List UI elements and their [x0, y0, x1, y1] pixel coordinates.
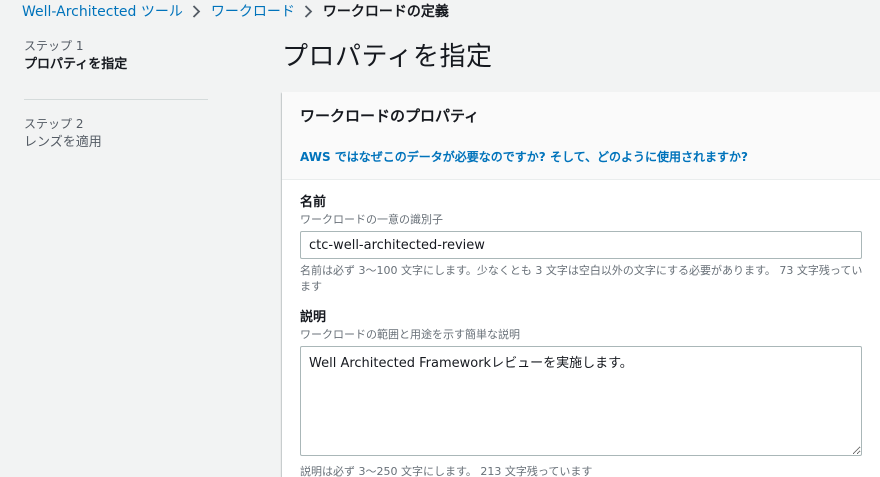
- panel-body: 名前 ワークロードの一意の識別子 名前は必ず 3〜100 文字にします。少なくと…: [282, 180, 880, 477]
- name-field-group: 名前 ワークロードの一意の識別子 名前は必ず 3〜100 文字にします。少なくと…: [300, 194, 862, 295]
- chevron-right-icon: [295, 3, 323, 19]
- description-field-group: 説明 ワークロードの範囲と用途を示す簡単な説明 Well Architected…: [300, 309, 862, 477]
- step-1: ステップ 1 プロパティを指定: [24, 38, 208, 89]
- description-textarea[interactable]: Well Architected Frameworkレビューを実施します。: [300, 346, 862, 456]
- panel-title: ワークロードのプロパティ: [300, 107, 480, 125]
- step-2-title: レンズを適用: [24, 135, 102, 150]
- breadcrumb-well-architected-tool[interactable]: Well-Architected ツール: [22, 1, 183, 21]
- step-2-number: ステップ 2: [24, 117, 84, 131]
- data-usage-info-link[interactable]: AWS ではなぜこのデータが必要なのですか? そして、どのように使用されますか?: [300, 148, 748, 165]
- description-constraint: 説明は必ず 3〜250 文字にします。 213 文字残っています: [300, 465, 593, 477]
- name-description: ワークロードの一意の識別子: [300, 213, 443, 226]
- wizard-steps: ステップ 1 プロパティを指定 ステップ 2 レンズを適用: [24, 38, 208, 167]
- chevron-right-icon: [183, 3, 211, 19]
- step-1-title: プロパティを指定: [24, 57, 128, 72]
- page-title: プロパティを指定: [282, 42, 493, 72]
- step-divider: [24, 99, 208, 100]
- step-2: ステップ 2 レンズを適用: [24, 116, 208, 167]
- name-label: 名前: [300, 195, 327, 210]
- name-input[interactable]: [300, 231, 862, 259]
- workload-properties-panel: ワークロードのプロパティ AWS ではなぜこのデータが必要なのですか? そして、…: [282, 92, 880, 477]
- breadcrumb: Well-Architected ツール ワークロード ワークロードの定義: [22, 0, 449, 22]
- breadcrumb-workloads[interactable]: ワークロード: [211, 1, 295, 21]
- name-constraint: 名前は必ず 3〜100 文字にします。少なくとも 3 文字は空白以外の文字にする…: [300, 264, 863, 293]
- panel-header: ワークロードのプロパティ AWS ではなぜこのデータが必要なのですか? そして、…: [282, 92, 880, 180]
- description-description: ワークロードの範囲と用途を示す簡単な説明: [300, 328, 520, 341]
- description-label: 説明: [300, 310, 327, 325]
- step-1-number: ステップ 1: [24, 39, 84, 53]
- breadcrumb-define-workload: ワークロードの定義: [322, 4, 449, 20]
